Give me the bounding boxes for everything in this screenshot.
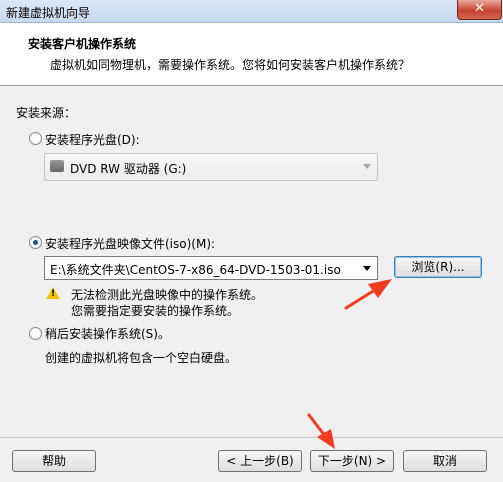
close-button[interactable]: ✕ (457, 0, 502, 20)
next-button[interactable]: 下一步(N) > (310, 450, 394, 472)
dvd-drive-icon (50, 160, 64, 172)
warning-text-line1: 无法检测此光盘映像中的操作系统。 (71, 288, 264, 302)
warning-icon-mark: ! (51, 289, 56, 299)
window-title: 新建虚拟机向导 (6, 6, 91, 20)
radio-installer-disc[interactable] (29, 132, 42, 145)
radio-iso-file-label[interactable]: 安装程序光盘映像文件(iso)(M): (45, 235, 215, 252)
disc-drive-value: DVD RW 驱动器 (G:) (70, 162, 187, 176)
annotation-arrow-browse (344, 279, 392, 310)
iso-path-combobox[interactable]: E:\系统文件夹\CentOS-7-x86_64-DVD-1503-01.iso (44, 256, 378, 280)
page-subtitle: 虚拟机如同物理机，需要操作系统。您将如何安装客户机操作系统？ (50, 58, 411, 72)
close-icon: ✕ (474, 1, 485, 16)
back-button[interactable]: < 上一步(B) (218, 450, 302, 472)
radio-iso-file[interactable] (29, 236, 42, 249)
warning-text-line2: 您需要指定要安装的操作系统。 (71, 304, 240, 318)
cancel-button[interactable]: 取消 (403, 450, 487, 472)
wizard-header: 安装客户机操作系统 虚拟机如同物理机，需要操作系统。您将如何安装客户机操作系统？ (0, 23, 503, 86)
page-title: 安装客户机操作系统 (28, 37, 137, 51)
title-bar: 新建虚拟机向导 ✕ (0, 0, 503, 23)
disc-drive-select: DVD RW 驱动器 (G:) (44, 153, 378, 181)
browse-button[interactable]: 浏览(R)... (394, 256, 482, 278)
help-button[interactable]: 帮助 (12, 450, 96, 472)
install-source-label: 安装来源： (16, 106, 77, 120)
chevron-down-icon (363, 164, 371, 169)
footer-divider (0, 437, 503, 438)
radio-install-later[interactable] (29, 327, 42, 340)
radio-installer-disc-label[interactable]: 安装程序光盘(D): (45, 131, 140, 148)
annotation-arrow-next (307, 413, 335, 449)
radio-install-later-label[interactable]: 稍后安装操作系统(S)。 (45, 325, 170, 342)
iso-path-value[interactable]: E:\系统文件夹\CentOS-7-x86_64-DVD-1503-01.iso (50, 261, 341, 278)
chevron-down-icon[interactable] (363, 266, 371, 271)
install-later-note: 创建的虚拟机将包含一个空白硬盘。 (45, 351, 238, 365)
